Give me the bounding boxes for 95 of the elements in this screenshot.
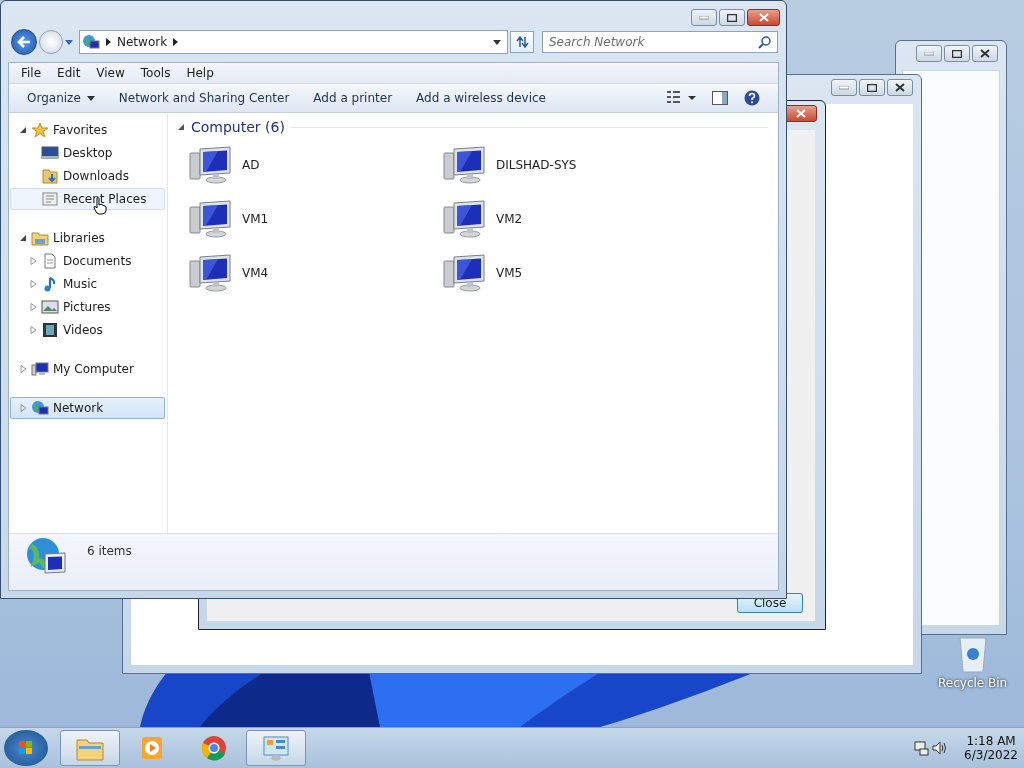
folder-download-icon bbox=[41, 168, 59, 184]
back-button[interactable] bbox=[11, 29, 37, 55]
nav-tree-item[interactable]: Videos bbox=[10, 319, 165, 341]
network-computer-name[interactable]: AD bbox=[242, 158, 260, 172]
speaker-icon[interactable] bbox=[932, 740, 949, 756]
close-button[interactable] bbox=[747, 9, 780, 26]
nav-tree-item[interactable]: Downloads bbox=[10, 165, 165, 187]
collapse-arrow-icon[interactable] bbox=[20, 234, 27, 242]
expand-arrow-icon[interactable] bbox=[30, 280, 37, 288]
network-computer-name[interactable]: DILSHAD-SYS bbox=[496, 158, 577, 172]
search-field[interactable]: Search Network bbox=[542, 31, 778, 53]
computer-icon bbox=[188, 145, 234, 185]
menu-item[interactable]: Tools bbox=[132, 65, 179, 81]
search-icon bbox=[758, 36, 771, 49]
menu-item[interactable]: Edit bbox=[49, 65, 89, 81]
nav-tree-item[interactable]: Favorites bbox=[10, 119, 165, 141]
view-list-icon bbox=[666, 90, 696, 106]
nav-tree-item[interactable]: My Computer bbox=[10, 358, 165, 380]
minimize-icon bbox=[924, 51, 934, 56]
item-count: 6 items bbox=[87, 544, 132, 558]
toolbar-button[interactable]: Organize bbox=[19, 88, 107, 108]
expand-arrow-icon[interactable] bbox=[30, 303, 37, 311]
toolbar-button[interactable]: Add a wireless device bbox=[408, 88, 558, 108]
clock[interactable]: 1:18 AM 6/3/2022 bbox=[964, 734, 1018, 762]
close-icon bbox=[758, 13, 769, 22]
computer-icon bbox=[442, 253, 488, 293]
computer-icon bbox=[188, 253, 234, 293]
back-arrow-icon bbox=[17, 36, 31, 48]
picture-icon bbox=[41, 299, 59, 315]
expand-arrow-icon[interactable] bbox=[20, 365, 27, 373]
film-icon bbox=[41, 322, 59, 338]
menu-item[interactable]: View bbox=[88, 65, 133, 81]
address-bar[interactable]: Network bbox=[79, 30, 508, 54]
start-button[interactable] bbox=[4, 730, 48, 766]
close-icon bbox=[795, 109, 806, 118]
breadcrumb[interactable]: Network bbox=[117, 35, 168, 49]
maximize-icon bbox=[952, 49, 962, 58]
taskbar-button[interactable] bbox=[60, 730, 120, 766]
desktop-icon bbox=[41, 145, 59, 161]
dropdown-caret-icon bbox=[86, 95, 95, 101]
group-header[interactable]: Computer (6) bbox=[191, 119, 285, 135]
toolbar-button[interactable]: Network and Sharing Center bbox=[110, 88, 302, 108]
collapse-arrow-icon[interactable] bbox=[20, 126, 27, 134]
star-icon bbox=[31, 122, 49, 138]
close-button[interactable] bbox=[887, 79, 913, 96]
windows-logo-icon bbox=[19, 741, 33, 755]
menu-item[interactable]: Help bbox=[178, 65, 222, 81]
nav-tree-item[interactable]: Pictures bbox=[10, 296, 165, 318]
refresh-arrows-icon bbox=[515, 36, 529, 48]
computer-icon bbox=[442, 199, 488, 239]
desktop-icon-label: Recycle Bin bbox=[938, 676, 1008, 690]
network-computer-name[interactable]: VM4 bbox=[242, 266, 269, 280]
refresh-button[interactable] bbox=[510, 31, 534, 53]
breadcrumb-arrow-icon[interactable] bbox=[173, 38, 179, 46]
browser-icon bbox=[199, 734, 229, 762]
computer-icon bbox=[188, 199, 234, 239]
maximize-button[interactable] bbox=[859, 79, 885, 96]
nav-tree-item[interactable]: Documents bbox=[10, 250, 165, 272]
nav-tree-item[interactable]: Music bbox=[10, 273, 165, 295]
breadcrumb-arrow-icon[interactable] bbox=[106, 38, 111, 46]
control-panel-icon bbox=[261, 734, 291, 762]
expand-arrow-icon[interactable] bbox=[30, 326, 37, 334]
expand-arrow-icon[interactable] bbox=[30, 257, 37, 265]
toolbar-button[interactable]: Add a printer bbox=[305, 88, 405, 108]
library-folder-icon bbox=[31, 230, 49, 246]
nav-tree-item[interactable]: Libraries bbox=[10, 227, 165, 249]
help-icon bbox=[744, 90, 760, 106]
close-button[interactable] bbox=[972, 45, 998, 62]
network-computer-name[interactable]: VM5 bbox=[496, 266, 523, 280]
nav-tree-item[interactable]: Desktop bbox=[10, 142, 165, 164]
network-status-icon[interactable] bbox=[914, 740, 931, 756]
clock-date: 6/3/2022 bbox=[964, 748, 1018, 762]
computer-icon bbox=[442, 145, 488, 185]
minimize-icon bbox=[699, 15, 709, 20]
network-computer-name[interactable]: VM2 bbox=[496, 212, 523, 226]
maximize-icon bbox=[867, 83, 877, 92]
minimize-icon bbox=[839, 85, 849, 90]
close-icon bbox=[980, 49, 990, 58]
clock-time: 1:18 AM bbox=[966, 734, 1016, 748]
network-globe-icon bbox=[82, 34, 100, 50]
maximize-button[interactable] bbox=[944, 45, 970, 62]
maximize-icon bbox=[727, 13, 737, 22]
collapse-arrow-icon[interactable] bbox=[178, 123, 185, 131]
network-globe-icon bbox=[31, 400, 49, 416]
preview-pane-icon bbox=[712, 91, 728, 105]
nav-tree-item[interactable]: Network bbox=[10, 397, 165, 419]
taskbar-button[interactable] bbox=[246, 730, 306, 766]
document-icon bbox=[41, 253, 59, 269]
maximize-button[interactable] bbox=[719, 9, 745, 26]
dropdown-caret-icon[interactable] bbox=[493, 39, 501, 45]
recent-places-icon bbox=[41, 191, 59, 207]
close-icon bbox=[895, 83, 905, 92]
computer-icon bbox=[31, 361, 49, 377]
network-computer-name[interactable]: VM1 bbox=[242, 212, 269, 226]
menu-item[interactable]: File bbox=[13, 65, 50, 81]
